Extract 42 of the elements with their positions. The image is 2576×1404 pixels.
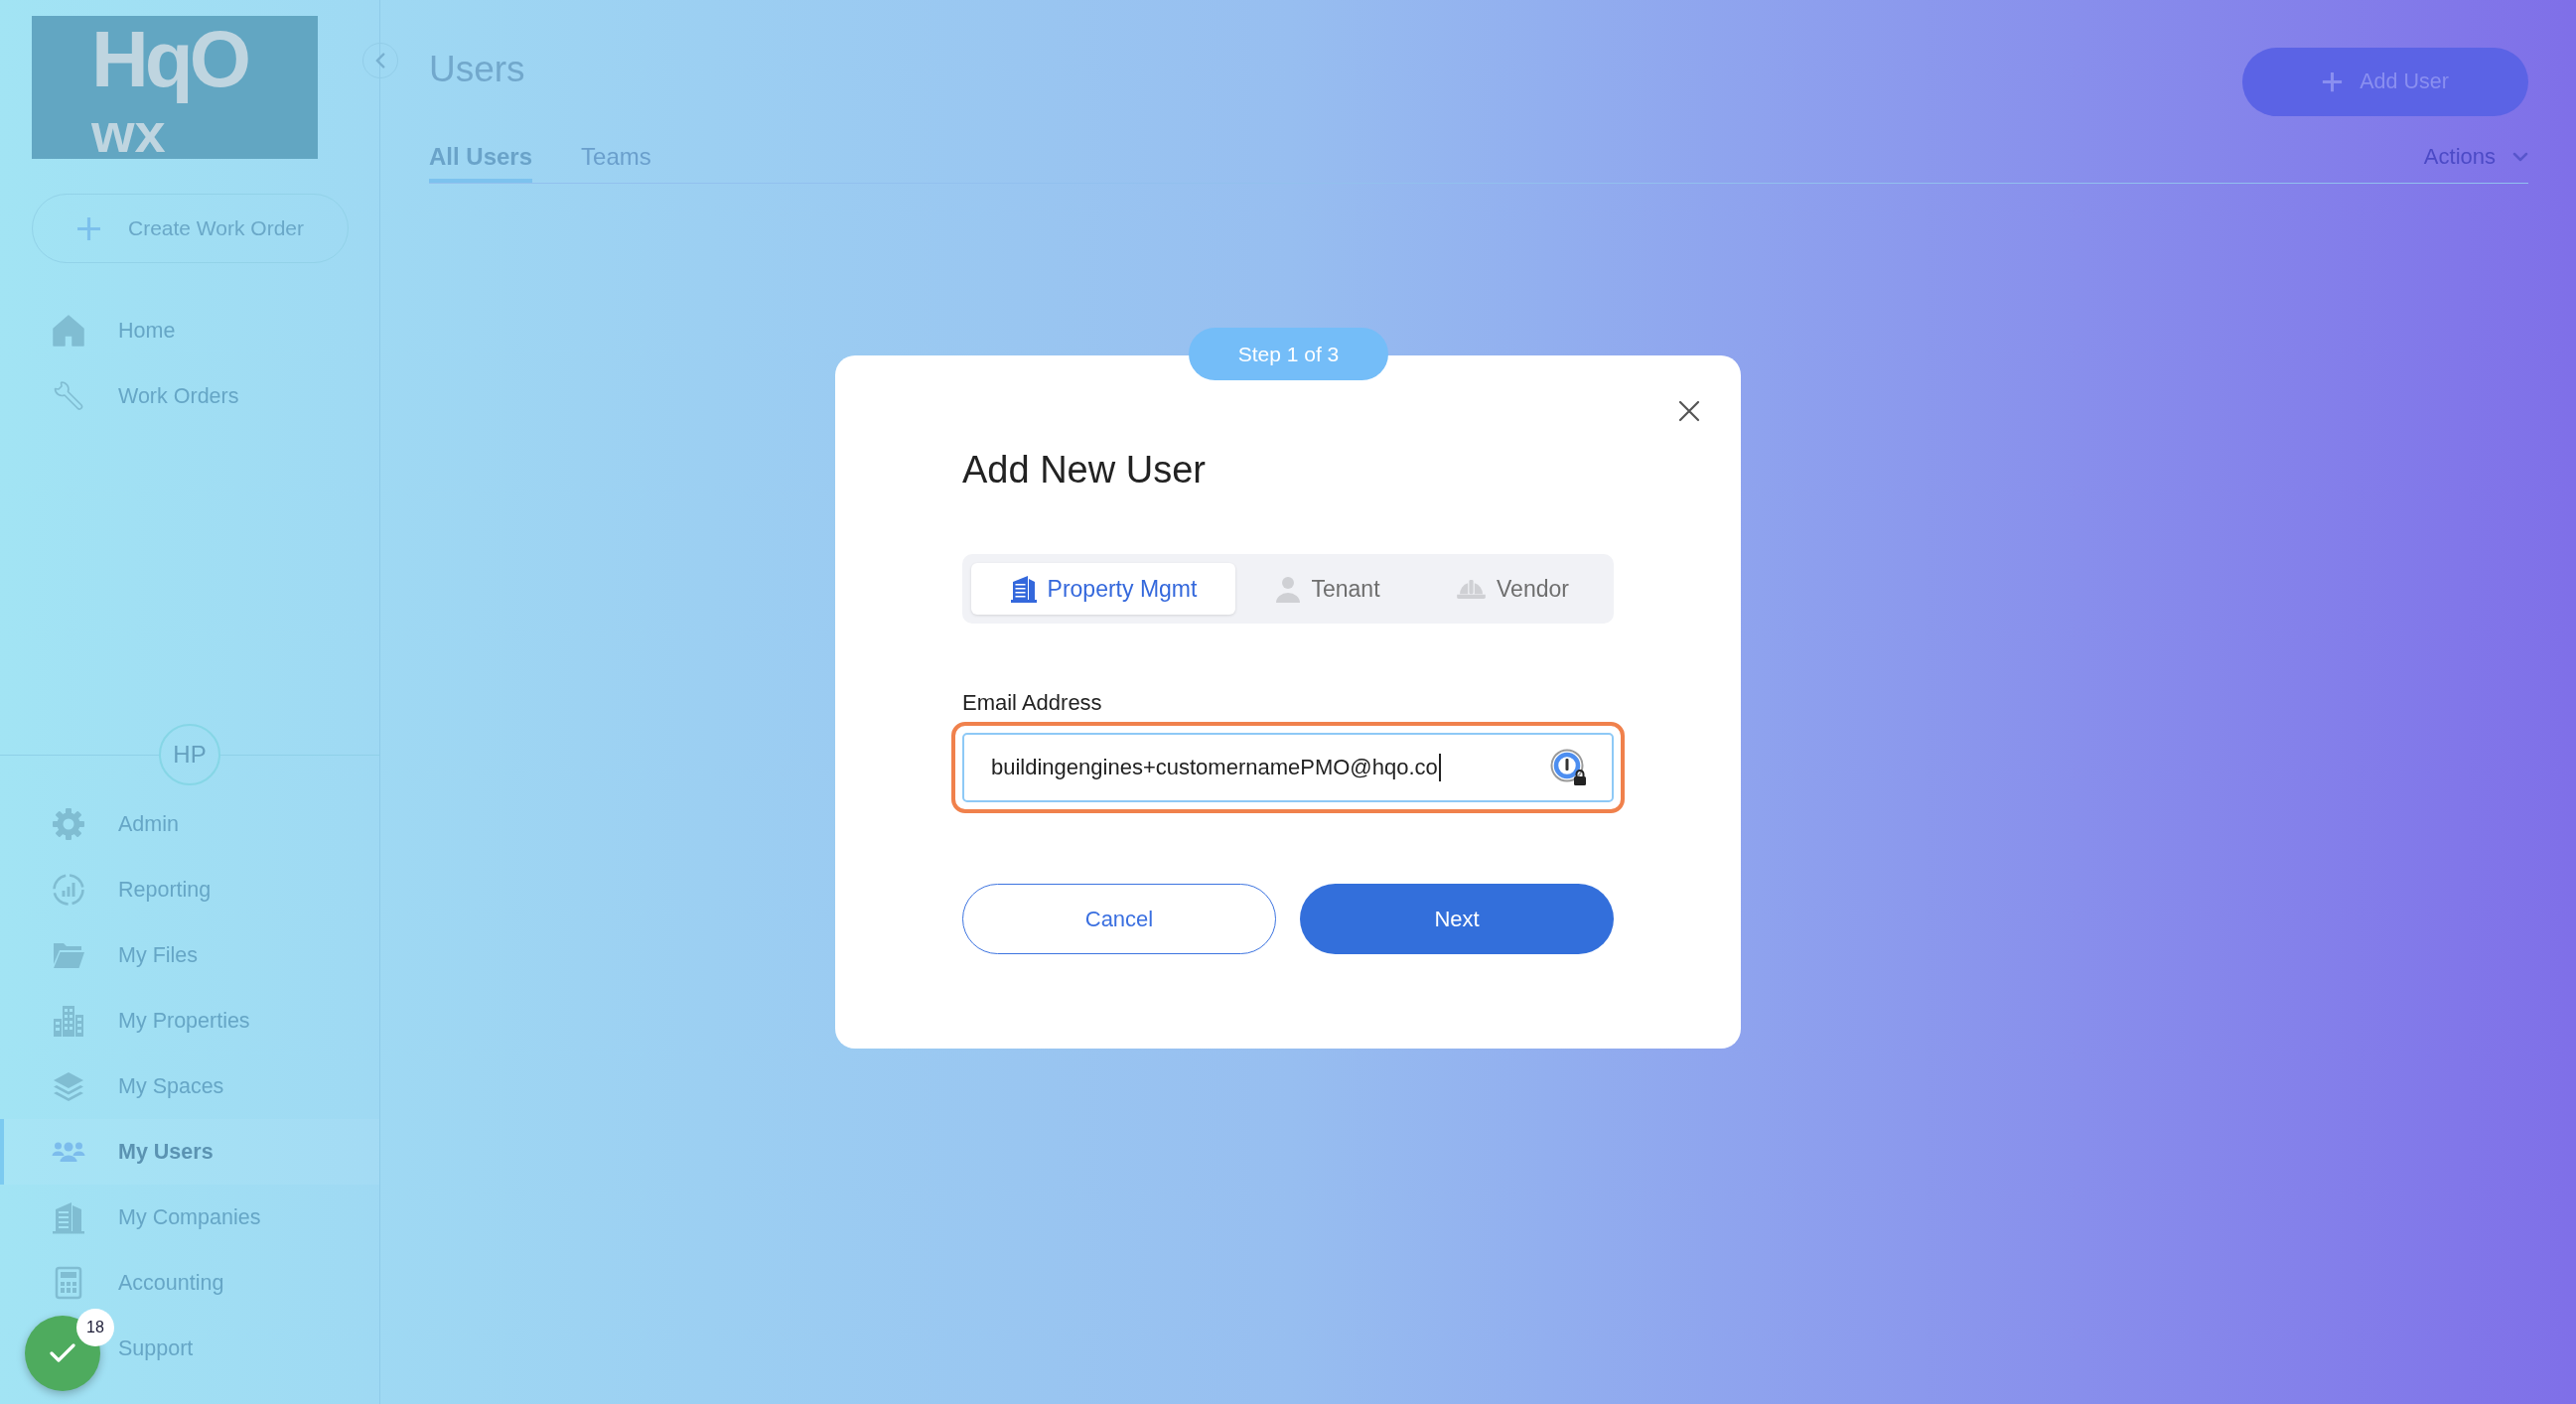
- segment-tab[interactable]: Property Mgmt: [971, 563, 1235, 615]
- plus-icon: [2322, 71, 2344, 92]
- people-icon: [52, 1141, 85, 1163]
- sidebar-item[interactable]: Admin: [0, 791, 379, 857]
- close-button[interactable]: [1678, 400, 1700, 422]
- check-icon: [50, 1343, 75, 1363]
- sidebar-item[interactable]: My Spaces: [0, 1053, 379, 1119]
- logo-text: wx: [91, 107, 166, 159]
- person-icon: [1275, 575, 1302, 603]
- chart-circle-icon: [52, 873, 85, 907]
- plus-icon: [76, 215, 101, 241]
- logo-text: HqO: [91, 16, 247, 103]
- chevron-left-icon: [375, 53, 385, 69]
- step-indicator: Step 1 of 3: [1189, 328, 1388, 380]
- count-badge: 18: [76, 1309, 114, 1346]
- next-button[interactable]: Next: [1300, 884, 1614, 954]
- sidebar-item[interactable]: Support: [118, 1316, 194, 1381]
- layers-icon: [52, 1069, 85, 1103]
- hard-hat-icon: [1456, 578, 1488, 600]
- lock-circle-icon: [1550, 749, 1588, 786]
- segment-tab[interactable]: Vendor: [1420, 563, 1605, 615]
- building-icon: [1009, 575, 1038, 603]
- sidebar-item[interactable]: Work Orders: [0, 363, 379, 429]
- home-icon: [52, 314, 85, 348]
- wrench-icon: [52, 379, 85, 413]
- sidebar-item[interactable]: My Properties: [0, 988, 379, 1053]
- buildings-icon: [52, 1004, 85, 1038]
- sidebar-item[interactable]: Home: [0, 298, 379, 363]
- sidebar-item[interactable]: My Files: [0, 922, 379, 988]
- sidebar-item[interactable]: My Users: [0, 1119, 379, 1185]
- office-building-icon: [52, 1200, 85, 1234]
- chevron-down-icon: [2512, 152, 2528, 162]
- sidebar-item[interactable]: Reporting: [0, 857, 379, 922]
- cancel-button[interactable]: Cancel: [962, 884, 1276, 954]
- email-field[interactable]: buildingengines+customernamePMO@hqo.co: [951, 722, 1625, 813]
- dialog-title: Add New User: [962, 448, 1206, 492]
- sidebar-item[interactable]: My Companies: [0, 1185, 379, 1250]
- user-avatar[interactable]: HP: [159, 724, 220, 785]
- field-label: Email Address: [962, 690, 1102, 716]
- gear-icon: [52, 807, 85, 841]
- segment-tab[interactable]: Tenant: [1235, 563, 1420, 615]
- close-icon: [1678, 400, 1700, 422]
